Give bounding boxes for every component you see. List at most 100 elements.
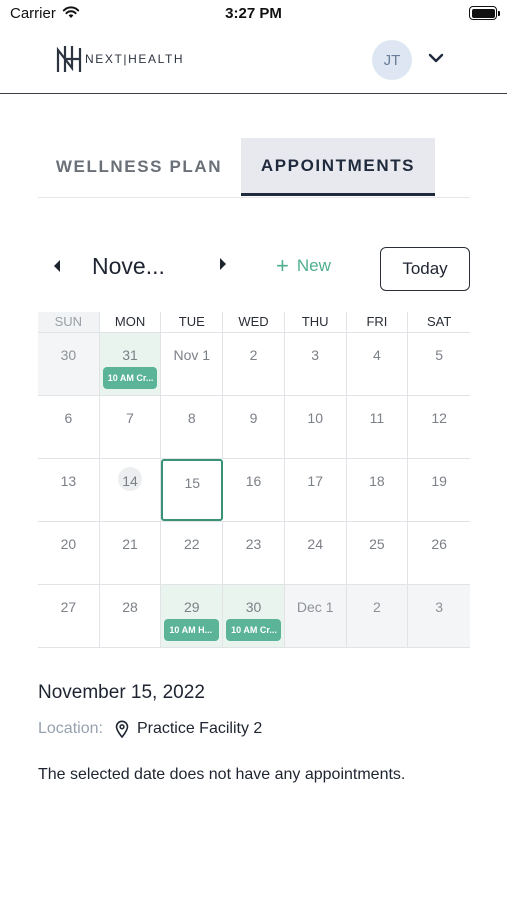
calendar-day[interactable]: 3 <box>285 333 347 395</box>
calendar-day[interactable]: 26 <box>408 522 470 584</box>
month-label[interactable]: Nove... <box>92 253 165 280</box>
day-number: 12 <box>431 410 447 426</box>
calendar-week: 13 14 15 16 17 18 19 <box>38 459 470 522</box>
calendar-day[interactable]: Nov 1 <box>161 333 224 395</box>
logo-mark-icon <box>56 46 82 72</box>
day-number: 11 <box>369 410 385 426</box>
calendar-day[interactable]: 21 <box>100 522 162 584</box>
day-number: 24 <box>307 536 323 552</box>
logo[interactable]: NEXT|HEALTH <box>55 44 184 74</box>
day-number: 3 <box>435 599 444 615</box>
day-number: 19 <box>431 473 447 489</box>
calendar-day[interactable]: 22 <box>161 522 224 584</box>
avatar[interactable]: JT <box>372 40 412 80</box>
calendar-day[interactable]: 28 <box>100 585 162 647</box>
calendar-day[interactable]: 27 <box>38 585 100 647</box>
calendar-day[interactable]: 6 <box>38 396 100 458</box>
calendar-day[interactable]: 31 10 AM Cr... <box>99 333 162 395</box>
calendar-day[interactable]: 13 <box>38 459 100 521</box>
calendar-day[interactable]: 18 <box>347 459 409 521</box>
app-header: NEXT|HEALTH JT <box>0 30 507 94</box>
day-number: 7 <box>126 410 134 426</box>
calendar-day[interactable]: 25 <box>347 522 409 584</box>
tab-wellness-plan[interactable]: WELLNESS PLAN <box>38 138 240 196</box>
weekday-label: SUN <box>38 312 100 332</box>
day-number: 28 <box>122 599 138 615</box>
day-number: 6 <box>64 410 73 426</box>
calendar-day[interactable]: 19 <box>408 459 470 521</box>
calendar-toolbar: Nove... + New Today <box>38 246 470 292</box>
calendar-week: 6 7 8 9 10 11 12 <box>38 396 470 459</box>
day-number: 18 <box>369 473 385 489</box>
next-month-icon[interactable] <box>218 257 228 271</box>
prev-month-icon[interactable] <box>52 259 62 273</box>
tab-appointments[interactable]: APPOINTMENTS <box>241 138 435 196</box>
calendar-day[interactable]: 2 <box>223 333 285 395</box>
day-number: 21 <box>122 536 138 552</box>
calendar-day[interactable]: 8 <box>161 396 224 458</box>
calendar-day[interactable]: 30 10 AM Cr... <box>223 585 285 647</box>
calendar-day[interactable]: 24 <box>285 522 347 584</box>
chevron-down-icon[interactable] <box>428 50 444 66</box>
calendar-day[interactable]: 5 <box>408 333 470 395</box>
event-chip[interactable]: 10 AM H... <box>164 619 220 641</box>
selected-date-heading: November 15, 2022 <box>38 682 205 703</box>
calendar-day[interactable]: 4 <box>347 333 409 395</box>
day-number: 4 <box>373 347 381 363</box>
new-appointment-label: New <box>296 256 331 275</box>
weekday-label: SAT <box>426 314 452 329</box>
day-number: 3 <box>311 347 320 363</box>
plus-icon: + <box>276 253 289 278</box>
tab-bar: WELLNESS PLAN APPOINTMENTS <box>38 138 470 198</box>
calendar-day-today[interactable]: 14 <box>100 459 162 521</box>
calendar-week: 30 31 10 AM Cr... Nov 1 2 3 4 5 <box>38 333 470 396</box>
calendar-day[interactable]: 10 <box>285 396 347 458</box>
event-chip[interactable]: 10 AM Cr... <box>102 367 158 389</box>
day-number: 15 <box>184 475 201 491</box>
calendar-day[interactable]: Dec 1 <box>284 585 347 647</box>
calendar-day[interactable]: 7 <box>100 396 162 458</box>
calendar-day-selected[interactable]: 15 <box>161 459 224 521</box>
calendar-day[interactable]: 20 <box>38 522 100 584</box>
day-number: 10 <box>307 410 323 426</box>
calendar-day[interactable]: 29 10 AM H... <box>161 585 224 647</box>
calendar-day[interactable]: 16 <box>223 459 285 521</box>
weekday-label: WED <box>223 312 285 332</box>
day-number: Dec 1 <box>296 599 334 615</box>
empty-appointments-message: The selected date does not have any appo… <box>38 766 406 783</box>
calendar-day[interactable]: 2 <box>346 585 409 647</box>
weekday-label: THU <box>285 312 347 332</box>
day-number: 20 <box>60 536 77 552</box>
day-number: 5 <box>435 347 444 363</box>
day-number: 31 <box>122 347 138 363</box>
day-number: 27 <box>60 599 77 615</box>
weekday-label: MON <box>100 312 162 332</box>
calendar-day[interactable]: 3 <box>408 585 470 647</box>
new-appointment-button[interactable]: + New <box>276 253 331 278</box>
day-number: 25 <box>369 536 385 552</box>
event-chip[interactable]: 10 AM Cr... <box>226 619 281 641</box>
calendar-day[interactable]: 23 <box>223 522 285 584</box>
calendar-day[interactable]: 9 <box>223 396 285 458</box>
location-row: Location: Practice Facility 2 <box>38 720 262 738</box>
day-number: 9 <box>249 410 258 426</box>
day-number: Nov 1 <box>173 347 211 363</box>
weekday-header: SUN MON TUE WED THU FRI SAT <box>38 312 470 333</box>
day-number: 17 <box>307 473 323 489</box>
day-number: 26 <box>431 536 447 552</box>
day-number: 29 <box>183 599 200 615</box>
day-number: 23 <box>245 536 262 552</box>
today-button[interactable]: Today <box>380 247 470 291</box>
calendar-day[interactable]: 11 <box>347 396 409 458</box>
calendar-grid: SUN MON TUE WED THU FRI SAT 30 31 10 AM … <box>38 312 470 648</box>
calendar-week: 20 21 22 23 24 25 26 <box>38 522 470 585</box>
calendar-day[interactable]: 30 <box>38 333 100 395</box>
status-bar: Carrier 3:27 PM <box>0 0 507 30</box>
battery-icon <box>469 6 500 20</box>
calendar-day[interactable]: 17 <box>285 459 347 521</box>
day-number: 14 <box>122 473 138 489</box>
day-number: 2 <box>249 347 258 363</box>
calendar-day[interactable]: 12 <box>408 396 470 458</box>
location-value[interactable]: Practice Facility 2 <box>137 720 262 738</box>
day-number: 8 <box>187 410 196 426</box>
